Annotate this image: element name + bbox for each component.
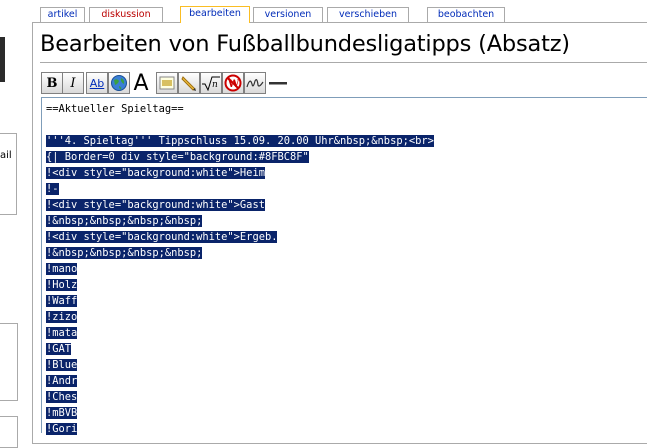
no-wiki-icon: W [224,74,242,92]
editor-line: !&nbsp;&nbsp;&nbsp;&nbsp; [46,213,647,229]
editor-line-text: !<div style="background:white">Heim [46,167,265,179]
editor-line: !GAT [46,341,647,357]
math-icon: n [202,76,220,91]
editor-line-text: !mano [46,263,78,275]
editor-line-text: !<div style="background:white">Gast [46,199,265,211]
tab-discussion[interactable]: diskussion [89,7,163,22]
editor-line: ==Aktueller Spieltag== [46,101,647,117]
editor-line: !- [46,181,647,197]
editor-line: !mBVB [46,405,647,421]
signature-button[interactable] [244,72,266,94]
editor-line-text: !Ches [46,391,78,403]
image-button[interactable] [156,72,178,94]
tab-move[interactable]: verschieben [327,7,409,22]
horizontal-line-button[interactable] [267,72,289,94]
svg-text:n: n [212,80,218,90]
editor-line: {| Border=0 div style="background:#8FBC8… [46,149,647,165]
editor-line: !mata [46,325,647,341]
editor-line-text: !GAT [46,343,72,355]
editor-line-text: !mBVB [46,407,78,419]
editor-line: '''4. Spieltag''' Tippschluss 15.09. 20.… [46,133,647,149]
editor-line-text: !Waff [46,295,78,307]
editor-line-text: '''4. Spieltag''' Tippschluss 15.09. 20.… [46,135,434,147]
globe-icon [111,75,127,91]
sidebar-email-link[interactable]: ail [0,150,12,161]
page-title: Bearbeiten von Fußballbundesligatipps (A… [40,31,570,57]
editor-line: !<div style="background:white">Ergeb. [46,229,647,245]
logo-edge [0,37,5,82]
editor-line: !Gori [46,421,647,437]
editor-line-text: !Holz [46,279,78,291]
editor-line: !zizo [46,309,647,325]
editor-line: !&nbsp;&nbsp;&nbsp;&nbsp; [46,245,647,261]
image-icon [159,76,175,90]
editor-line: !Andr [46,373,647,389]
editor-line: !Waff [46,293,647,309]
sidebar-panel-search [0,323,18,401]
sidebar-panel-misc [0,416,18,448]
editor-line: !<div style="background:white">Heim [46,165,647,181]
editor-line-text: !<div style="background:white">Ergeb. [46,231,278,243]
editor-line: !Ches [46,389,647,405]
bold-button[interactable]: B [41,72,63,94]
internal-link-button[interactable]: Ab [86,72,108,94]
editor-line-text: !mata [46,327,78,339]
horizontal-line-icon [269,82,287,85]
bold-label: B [46,75,58,91]
tab-watch[interactable]: beobachten [427,7,505,22]
editor-line: !Blue [46,357,647,373]
editor-line-text: !Gori [46,423,78,435]
external-link-button[interactable] [108,72,130,94]
italic-label: I [70,75,76,91]
editor-line-text: !- [46,183,59,195]
nowiki-button[interactable]: W [222,72,244,94]
editor-line: !<div style="background:white">Gast [46,197,647,213]
media-button[interactable] [178,72,200,94]
editor-line-text: !zizo [46,311,78,323]
tab-edit[interactable]: bearbeiten [180,6,250,23]
tab-article[interactable]: artikel [40,7,85,22]
editor-line-text: !Blue [46,359,78,371]
signature-icon [246,79,264,88]
editor-line: !Holz [46,277,647,293]
internal-link-label: Ab [89,76,105,90]
tab-history[interactable]: versionen [253,7,323,22]
edit-textarea[interactable]: ==Aktueller Spieltag== '''4. Spieltag''' … [41,97,647,435]
editor-line-text: ==Aktueller Spieltag== [46,103,184,115]
editor-content: ==Aktueller Spieltag== '''4. Spieltag''' … [46,101,647,437]
editor-line-text: !&nbsp;&nbsp;&nbsp;&nbsp; [46,247,203,259]
editor-line-text: {| Border=0 div style="background:#8FBC8… [46,151,309,163]
headline-label: A [133,70,149,96]
editor-line: !mano [46,261,647,277]
sidebar-panel-toolbox [0,133,17,215]
title-divider [40,62,647,63]
italic-button[interactable]: I [62,72,84,94]
editor-line-text: !Andr [46,375,78,387]
pencil-icon [181,76,196,91]
headline-button[interactable]: A [130,70,152,96]
editor-line-text: !&nbsp;&nbsp;&nbsp;&nbsp; [46,215,203,227]
math-button[interactable]: n [200,72,222,94]
